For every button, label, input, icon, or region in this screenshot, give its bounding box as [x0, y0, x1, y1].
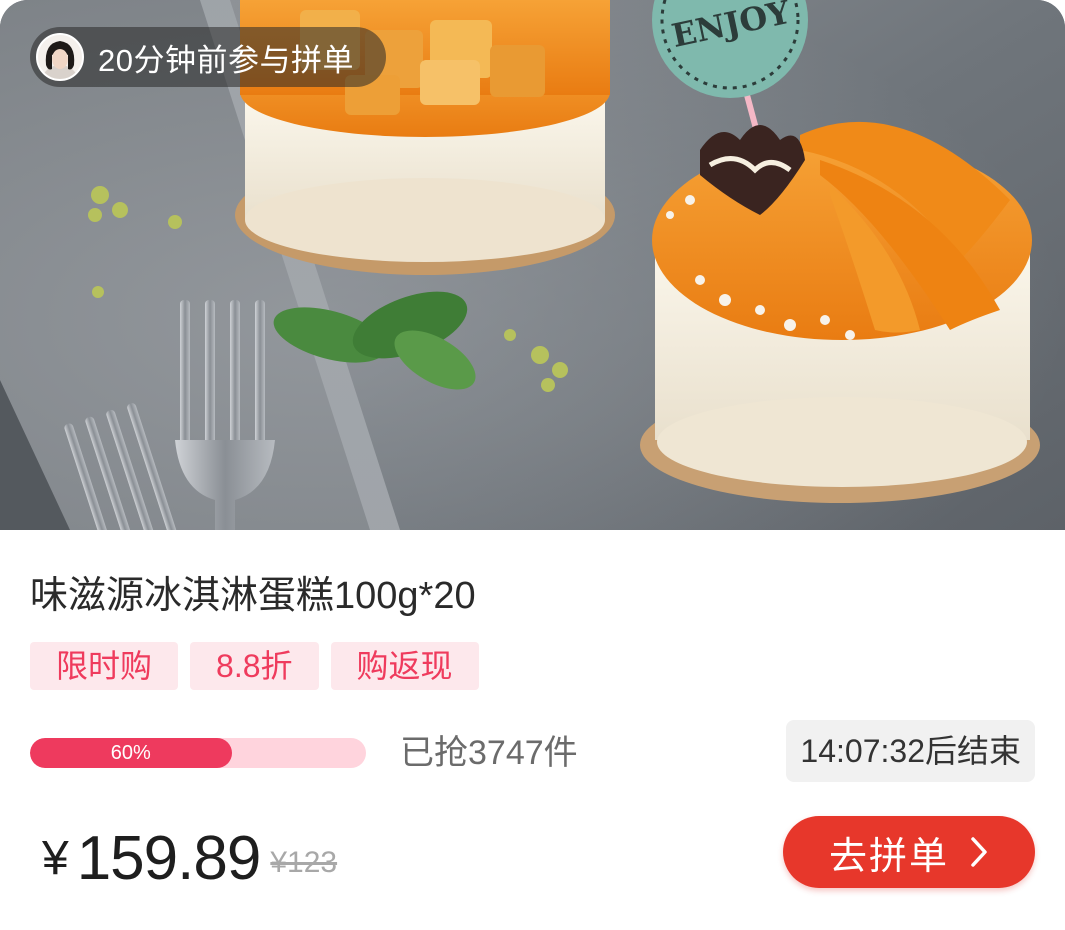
- sold-count: 已抢3747件: [400, 734, 578, 772]
- right-cake: [640, 121, 1040, 503]
- user-avatar: [36, 33, 84, 81]
- product-card[interactable]: ENJOY 20分钟前参与拼单 味滋源冰淇淋蛋糕100g*20 限时购 8.8折…: [0, 0, 1065, 930]
- tag-flash-sale: 限时购: [30, 642, 179, 690]
- sales-progress-bar: 60%: [30, 738, 366, 768]
- currency-symbol: ¥: [42, 832, 69, 885]
- countdown-timer: 14:07:32后结束: [786, 720, 1035, 782]
- join-group-button-label: 去拼单: [828, 835, 949, 878]
- price-row: ¥ 159.89 ¥123: [42, 818, 337, 894]
- product-title[interactable]: 味滋源冰淇淋蛋糕100g*20: [30, 568, 476, 624]
- recent-joiner-text: 20分钟前参与拼单: [98, 42, 354, 78]
- product-image[interactable]: ENJOY 20分钟前参与拼单: [0, 0, 1065, 530]
- tag-cashback: 购返现: [330, 642, 479, 690]
- chevron-right-icon: [971, 837, 987, 867]
- user-avatar-icon: [38, 35, 82, 79]
- recent-joiner-badge: 20分钟前参与拼单: [30, 27, 386, 87]
- tag-discount: 8.8折: [190, 642, 319, 690]
- join-group-button[interactable]: 去拼单: [783, 816, 1035, 888]
- sales-progress-label: 60%: [110, 742, 151, 764]
- promo-tags: 限时购 8.8折 购返现: [30, 642, 479, 690]
- original-price: ¥123: [270, 846, 338, 879]
- current-price: 159.89: [76, 824, 262, 893]
